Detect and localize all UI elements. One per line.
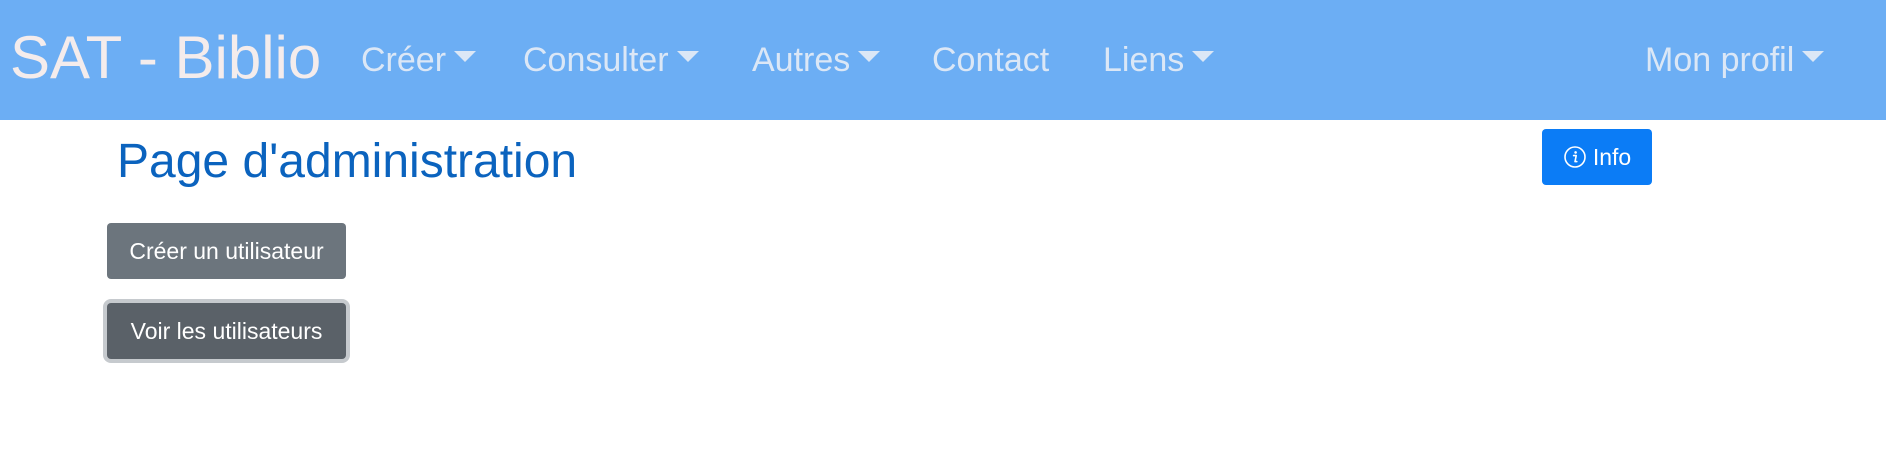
create-user-button[interactable]: Créer un utilisateur <box>107 223 346 279</box>
info-circle-icon <box>1564 146 1586 168</box>
nav-item-contact[interactable]: Contact <box>932 40 1049 80</box>
create-user-button-label: Créer un utilisateur <box>129 237 324 264</box>
nav-item-mon-profil[interactable]: Mon profil <box>1645 40 1825 80</box>
nav-item-label: Créer <box>361 41 447 79</box>
nav-item-liens[interactable]: Liens <box>1103 40 1215 80</box>
nav-item-label: Consulter <box>523 41 669 79</box>
info-button[interactable]: Info <box>1542 129 1652 185</box>
top-navbar: SAT - Biblio Créer Consulter Autres Cont… <box>0 0 1886 120</box>
caret-down-icon <box>1802 50 1825 62</box>
brand-logo[interactable]: SAT - Biblio <box>10 20 321 96</box>
nav-item-label: Liens <box>1103 41 1185 79</box>
view-users-button-label: Voir les utilisateurs <box>130 317 323 344</box>
nav-item-consulter[interactable]: Consulter <box>523 40 699 80</box>
nav-item-autres[interactable]: Autres <box>752 40 881 80</box>
nav-item-label: Autres <box>752 41 851 79</box>
nav-item-label: Contact <box>932 41 1050 79</box>
page-title: Page d'administration <box>117 135 578 188</box>
caret-down-icon <box>454 50 477 62</box>
info-button-label: Info <box>1592 143 1632 170</box>
caret-down-icon <box>858 50 881 62</box>
view-users-button[interactable]: Voir les utilisateurs <box>107 303 346 359</box>
nav-item-label: Mon profil <box>1645 41 1795 79</box>
caret-down-icon <box>676 50 699 62</box>
caret-down-icon <box>1192 50 1215 62</box>
nav-item-creer[interactable]: Créer <box>361 40 477 80</box>
